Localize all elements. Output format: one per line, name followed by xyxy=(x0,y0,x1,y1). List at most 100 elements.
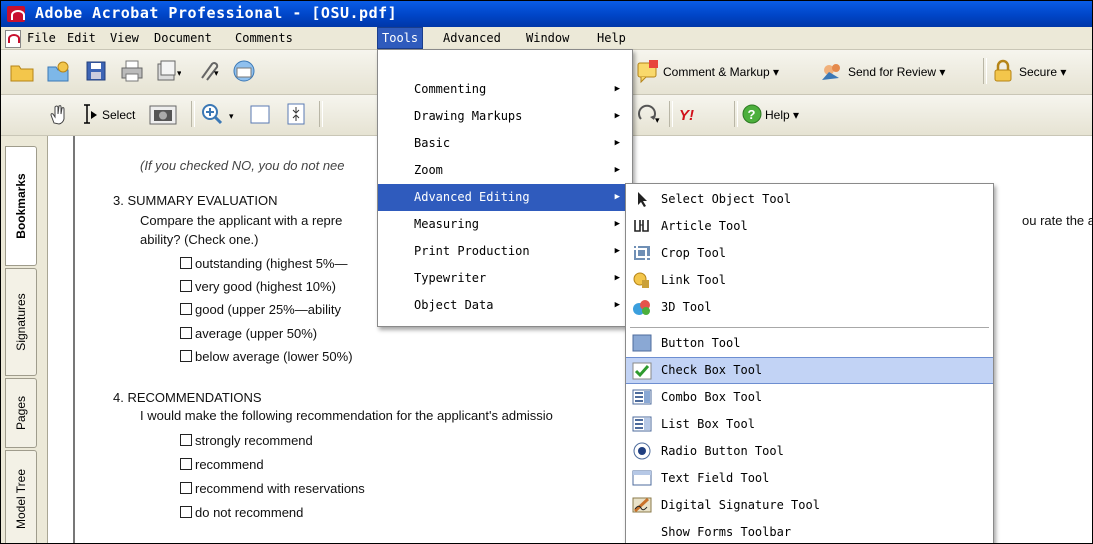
tab-bookmarks[interactable]: Bookmarks xyxy=(5,146,37,266)
menu-window[interactable]: Window xyxy=(522,27,573,49)
snapshot-camera-icon[interactable] xyxy=(148,101,178,127)
send-review-icon[interactable] xyxy=(819,58,845,84)
option-do-not-recommend[interactable]: do not recommend xyxy=(180,505,303,520)
svg-text:Y!: Y! xyxy=(679,107,694,124)
option-outstanding[interactable]: outstanding (highest 5%— xyxy=(180,256,347,271)
section4-text: I would make the following recommendatio… xyxy=(140,408,553,423)
attach-icon[interactable]: ▾ xyxy=(194,58,220,84)
menu-document[interactable]: Document xyxy=(150,27,216,49)
create-pdf-icon[interactable]: ▾ xyxy=(155,58,182,84)
help-icon[interactable]: ? xyxy=(741,102,763,128)
menu-item-object-data[interactable]: Object Data ▶ xyxy=(378,292,632,319)
secure-button[interactable]: Secure ▾ xyxy=(1019,65,1066,79)
fit-page-icon[interactable] xyxy=(283,101,309,127)
menu-item-measuring[interactable]: Measuring ▶ xyxy=(378,211,632,238)
menu-comments[interactable]: Comments xyxy=(231,27,297,49)
tab-pages[interactable]: Pages xyxy=(5,378,37,448)
email-icon[interactable] xyxy=(231,58,257,84)
section3-heading: 3. SUMMARY EVALUATION xyxy=(113,193,278,208)
print-icon[interactable] xyxy=(119,58,145,84)
checkbox-icon[interactable] xyxy=(180,257,192,269)
menu-help[interactable]: Help xyxy=(593,27,630,49)
menu-view[interactable]: View xyxy=(106,27,143,49)
hand-icon[interactable] xyxy=(45,101,71,127)
yahoo-icon[interactable]: Y! xyxy=(677,103,705,129)
select-tool-button[interactable]: Select xyxy=(102,108,135,122)
option-recommend[interactable]: recommend xyxy=(180,457,264,472)
submenu-arrow-icon: ▶ xyxy=(614,219,620,229)
list-box-icon xyxy=(632,416,652,432)
menu-item-advanced-editing[interactable]: Advanced Editing ▶ xyxy=(378,184,632,211)
list-box-tool[interactable]: List Box Tool xyxy=(626,411,993,438)
text-field-tool[interactable]: Text Field Tool xyxy=(626,465,993,492)
checkbox-icon xyxy=(632,362,652,380)
tab-signatures[interactable]: Signatures xyxy=(5,268,37,376)
menu-advanced[interactable]: Advanced xyxy=(439,27,505,49)
option-recommend-reservations[interactable]: recommend with reservations xyxy=(180,481,365,496)
send-for-review-button[interactable]: Send for Review ▾ xyxy=(848,65,945,79)
menu-item-zoom[interactable]: Zoom ▶ xyxy=(378,157,632,184)
menu-edit[interactable]: Edit xyxy=(63,27,100,49)
menu-item-typewriter[interactable]: Typewriter ▶ xyxy=(378,265,632,292)
option-very-good[interactable]: very good (highest 10%) xyxy=(180,279,336,294)
section3-text: Compare the applicant with a repre xyxy=(140,213,343,228)
svg-text:?: ? xyxy=(748,107,756,122)
section3-text-cont: ou rate the app xyxy=(1022,213,1092,228)
actual-size-icon[interactable] xyxy=(247,101,273,127)
option-good[interactable]: good (upper 25%—ability xyxy=(180,302,341,317)
menu-item-basic[interactable]: Basic ▶ xyxy=(378,130,632,157)
checkbox-icon[interactable] xyxy=(180,280,192,292)
select-object-tool[interactable]: Select Object Tool xyxy=(626,186,993,213)
submenu-arrow-icon: ▶ xyxy=(614,273,620,283)
menu-item-print-production[interactable]: Print Production ▶ xyxy=(378,238,632,265)
checkbox-icon[interactable] xyxy=(180,327,192,339)
submenu-arrow-icon: ▶ xyxy=(614,111,620,121)
checkbox-icon[interactable] xyxy=(180,506,192,518)
section3-text-2: ability? (Check one.) xyxy=(140,232,259,247)
save-icon[interactable] xyxy=(83,58,109,84)
3d-tool[interactable]: 3D Tool xyxy=(626,294,993,321)
crop-tool[interactable]: Crop Tool xyxy=(626,240,993,267)
button-icon xyxy=(632,334,652,352)
submenu-arrow-icon: ▶ xyxy=(614,84,620,94)
open-folder-icon[interactable] xyxy=(9,58,35,84)
acrobat-window: Adobe Acrobat Professional - [OSU.pdf] F… xyxy=(0,0,1093,544)
option-below-average[interactable]: below average (lower 50%) xyxy=(180,349,353,364)
checkbox-icon[interactable] xyxy=(180,350,192,362)
organizer-icon[interactable] xyxy=(45,58,71,84)
checkbox-icon[interactable] xyxy=(180,434,192,446)
select-text-icon[interactable] xyxy=(81,101,99,127)
section4-heading: 4. RECOMMENDATIONS xyxy=(113,390,262,405)
acrobat-app-icon xyxy=(7,6,25,22)
arrow-pointer-icon xyxy=(638,192,647,207)
svg-text:▾: ▾ xyxy=(214,69,219,79)
link-icon xyxy=(633,272,649,288)
option-average[interactable]: average (upper 50%) xyxy=(180,326,317,341)
checkbox-icon[interactable] xyxy=(180,482,192,494)
link-tool[interactable]: Link Tool xyxy=(626,267,993,294)
document-icon[interactable] xyxy=(5,30,21,48)
zoom-in-icon[interactable] xyxy=(199,101,225,127)
checkbox-icon[interactable] xyxy=(180,303,192,315)
digital-signature-tool[interactable]: Digital Signature Tool xyxy=(626,492,993,519)
checkbox-icon[interactable] xyxy=(180,458,192,470)
comment-markup-button[interactable]: Comment & Markup ▾ xyxy=(663,65,779,79)
tab-model-tree[interactable]: Model Tree xyxy=(5,450,37,543)
menu-file[interactable]: File xyxy=(23,27,60,49)
menu-item-commenting[interactable]: Commenting ▶ xyxy=(378,76,632,103)
article-tool[interactable]: Article Tool xyxy=(626,213,993,240)
show-forms-toolbar[interactable]: Show Forms Toolbar xyxy=(626,519,993,543)
help-button[interactable]: Help ▾ xyxy=(765,108,799,122)
check-box-tool[interactable]: Check Box Tool xyxy=(626,357,993,384)
zoom-dropdown-arrow-icon[interactable]: ▾ xyxy=(229,111,234,122)
radio-button-tool[interactable]: Radio Button Tool xyxy=(626,438,993,465)
lock-icon[interactable] xyxy=(990,58,1016,84)
option-strongly-recommend[interactable]: strongly recommend xyxy=(180,433,313,448)
menu-item-drawing-markups[interactable]: Drawing Markups ▶ xyxy=(378,103,632,130)
button-tool[interactable]: Button Tool xyxy=(626,330,993,357)
comment-markup-icon[interactable] xyxy=(635,58,661,84)
rotate-view-icon[interactable]: ▾ xyxy=(635,101,661,127)
menu-tools[interactable]: Tools xyxy=(377,27,424,49)
submenu-arrow-icon: ▶ xyxy=(614,300,620,310)
combo-box-tool[interactable]: Combo Box Tool xyxy=(626,384,993,411)
